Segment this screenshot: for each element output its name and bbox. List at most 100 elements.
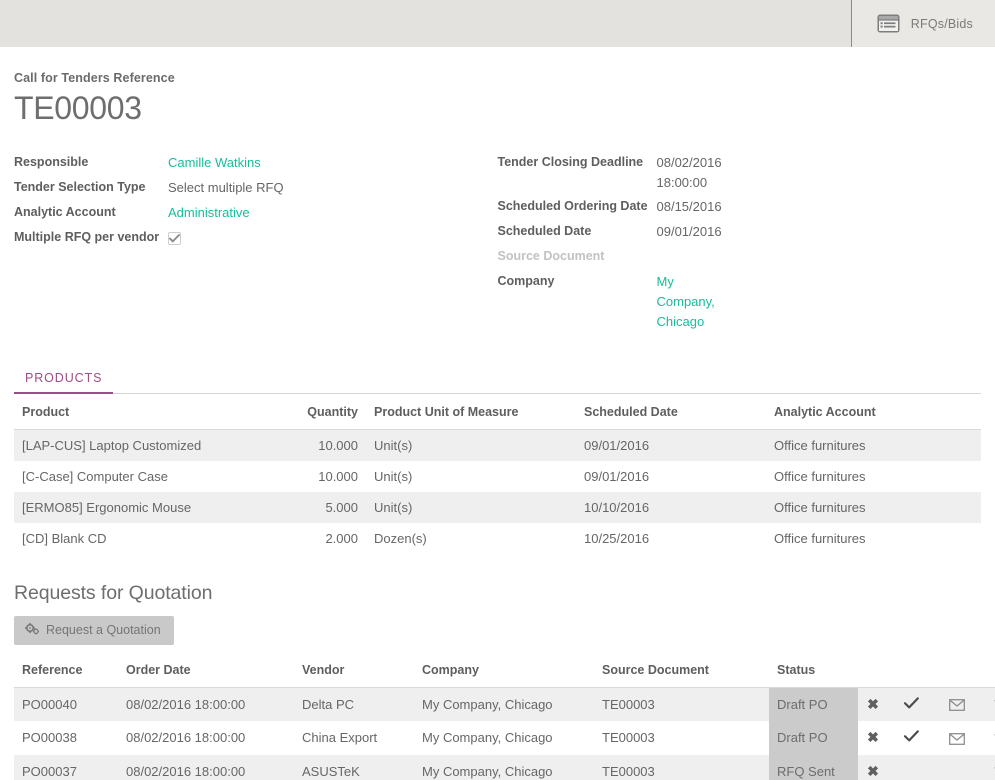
delete-button[interactable] — [980, 755, 995, 780]
page-title: TE00003 — [14, 90, 995, 127]
field-label: Tender Closing Deadline — [498, 153, 657, 172]
status-badge: RFQ Sent — [769, 755, 858, 780]
cell-uom: Unit(s) — [366, 492, 576, 523]
rfq-table-wrapper: Reference Order Date Vendor Company Sour… — [14, 653, 981, 780]
rfq-section-title: Requests for Quotation — [14, 582, 995, 605]
status-badge: Draft PO — [769, 721, 858, 755]
cell-analytic-account: Office furnitures — [766, 523, 981, 554]
cell-reference: PO00037 — [14, 755, 118, 780]
cell-scheduled-date: 10/10/2016 — [576, 492, 766, 523]
top-control-bar: RFQs/Bids — [0, 0, 995, 47]
table-row[interactable]: PO00038 08/02/2016 18:00:00 China Export… — [14, 721, 995, 755]
col-analytic-account[interactable]: Analytic Account — [766, 394, 981, 430]
rfqs-bids-stat-button[interactable]: RFQs/Bids — [852, 0, 995, 47]
cell-analytic-account: Office furnitures — [766, 492, 981, 523]
request-a-quotation-label: Request a Quotation — [46, 623, 161, 637]
cell-scheduled-date: 09/01/2016 — [576, 461, 766, 492]
cell-product: [ERMO85] Ergonomic Mouse — [14, 492, 286, 523]
list-view-icon — [877, 14, 900, 33]
cogs-icon — [25, 623, 39, 638]
cell-quantity: 2.000 — [286, 523, 366, 554]
col-action-email — [934, 653, 980, 688]
email-icon — [949, 697, 965, 712]
cancel-icon: ✖ — [867, 729, 879, 745]
cancel-button[interactable]: ✖ — [858, 755, 888, 780]
products-header-row: Product Quantity Product Unit of Measure… — [14, 394, 981, 430]
confirm-icon — [904, 696, 919, 712]
tender-form-page: RFQs/Bids Call for Tenders Reference TE0… — [0, 0, 995, 780]
col-action-cancel — [858, 653, 888, 688]
cell-product: [LAP-CUS] Laptop Customized — [14, 429, 286, 461]
cell-product: [CD] Blank CD — [14, 523, 286, 554]
notebook-tabs: PRODUCTS — [14, 367, 981, 394]
cell-vendor: China Export — [294, 721, 414, 755]
cell-analytic-account: Office furnitures — [766, 429, 981, 461]
cell-product: [C-Case] Computer Case — [14, 461, 286, 492]
rfq-header-row: Reference Order Date Vendor Company Sour… — [14, 653, 995, 688]
col-reference[interactable]: Reference — [14, 653, 118, 688]
field-label: Scheduled Ordering Date — [498, 197, 657, 216]
cancel-icon: ✖ — [867, 763, 879, 779]
cell-quantity: 10.000 — [286, 429, 366, 461]
cell-order-date: 08/02/2016 18:00:00 — [118, 755, 294, 780]
col-quantity[interactable]: Quantity — [286, 394, 366, 430]
rfq-table-body: PO00040 08/02/2016 18:00:00 Delta PC My … — [14, 687, 995, 780]
cell-source-document: TE00003 — [594, 687, 769, 721]
email-button[interactable] — [934, 721, 980, 755]
col-source-document[interactable]: Source Document — [594, 653, 769, 688]
cancel-button[interactable]: ✖ — [858, 721, 888, 755]
col-uom[interactable]: Product Unit of Measure — [366, 394, 576, 430]
cell-company: My Company, Chicago — [414, 687, 594, 721]
cell-order-date: 08/02/2016 18:00:00 — [118, 721, 294, 755]
confirm-button[interactable] — [888, 687, 934, 721]
field-group-right: Tender Closing Deadline 08/02/2016 18:00… — [0, 153, 498, 337]
field-value-company[interactable]: My Company, Chicago — [657, 272, 715, 332]
rfqs-bids-label: RFQs/Bids — [911, 17, 973, 31]
rfq-table-head: Reference Order Date Vendor Company Sour… — [14, 653, 995, 688]
cell-quantity: 10.000 — [286, 461, 366, 492]
col-vendor[interactable]: Vendor — [294, 653, 414, 688]
status-badge: Draft PO — [769, 687, 858, 721]
table-row[interactable]: [ERMO85] Ergonomic Mouse 5.000 Unit(s) 1… — [14, 492, 981, 523]
cell-source-document: TE00003 — [594, 755, 769, 780]
request-a-quotation-button[interactable]: Request a Quotation — [14, 616, 174, 645]
col-order-date[interactable]: Order Date — [118, 653, 294, 688]
table-row[interactable]: PO00037 08/02/2016 18:00:00 ASUSTeK My C… — [14, 755, 995, 780]
cell-uom: Unit(s) — [366, 429, 576, 461]
email-placeholder — [934, 755, 980, 780]
cell-reference: PO00040 — [14, 687, 118, 721]
cancel-icon: ✖ — [867, 696, 879, 712]
field-value-tender-closing-deadline: 08/02/2016 18:00:00 — [657, 153, 722, 193]
field-value-scheduled-ordering-date: 08/15/2016 — [657, 197, 722, 217]
col-status[interactable]: Status — [769, 653, 858, 688]
field-groups: Responsible Camille Watkins Tender Selec… — [0, 153, 995, 337]
field-value-scheduled-date: 09/01/2016 — [657, 222, 722, 242]
confirm-button[interactable] — [888, 721, 934, 755]
field-label: Source Document — [498, 247, 657, 266]
email-icon — [949, 730, 965, 745]
col-scheduled-date[interactable]: Scheduled Date — [576, 394, 766, 430]
cell-vendor: ASUSTeK — [294, 755, 414, 780]
delete-button[interactable] — [980, 721, 995, 755]
cell-reference: PO00038 — [14, 721, 118, 755]
field-label: Company — [498, 272, 657, 291]
table-row[interactable]: [C-Case] Computer Case 10.000 Unit(s) 09… — [14, 461, 981, 492]
table-row[interactable]: [CD] Blank CD 2.000 Dozen(s) 10/25/2016 … — [14, 523, 981, 554]
col-action-delete — [980, 653, 995, 688]
email-button[interactable] — [934, 687, 980, 721]
table-row[interactable]: [LAP-CUS] Laptop Customized 10.000 Unit(… — [14, 429, 981, 461]
cell-source-document: TE00003 — [594, 721, 769, 755]
cell-company: My Company, Chicago — [414, 721, 594, 755]
col-product[interactable]: Product — [14, 394, 286, 430]
tab-products[interactable]: PRODUCTS — [14, 367, 113, 394]
document-subtitle: Call for Tenders Reference — [14, 71, 995, 85]
cancel-button[interactable]: ✖ — [858, 687, 888, 721]
cell-order-date: 08/02/2016 18:00:00 — [118, 687, 294, 721]
delete-button[interactable] — [980, 687, 995, 721]
cell-uom: Dozen(s) — [366, 523, 576, 554]
cell-scheduled-date: 09/01/2016 — [576, 429, 766, 461]
col-company[interactable]: Company — [414, 653, 594, 688]
col-action-confirm — [888, 653, 934, 688]
confirm-icon — [904, 729, 919, 745]
table-row[interactable]: PO00040 08/02/2016 18:00:00 Delta PC My … — [14, 687, 995, 721]
